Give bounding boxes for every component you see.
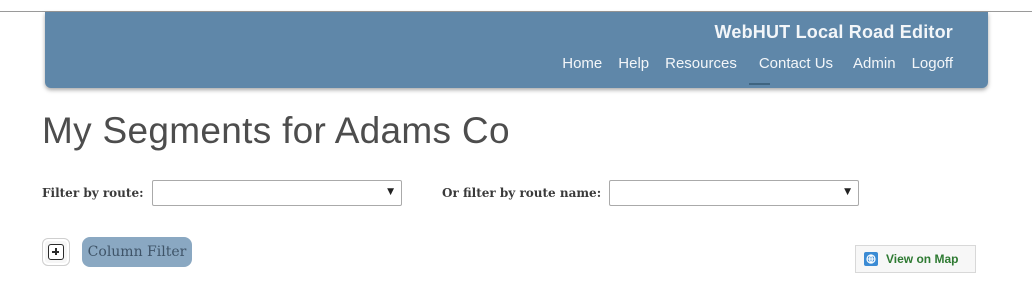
route-name-filter-select[interactable]: ▼ <box>609 180 859 206</box>
route-name-filter-label: Or filter by route name: <box>442 186 602 200</box>
route-filter-select[interactable]: ▼ <box>152 180 402 206</box>
globe-icon <box>864 252 878 266</box>
nav-contact-us[interactable]: Contact Us <box>748 55 833 85</box>
nav-admin[interactable]: Admin <box>853 55 896 72</box>
column-filter-button[interactable]: Column Filter <box>82 237 192 267</box>
app-header: WebHUT Local Road Editor Home Help Resou… <box>45 12 988 88</box>
plus-square-icon <box>48 244 64 260</box>
app-title: WebHUT Local Road Editor <box>714 22 953 42</box>
nav-home[interactable]: Home <box>562 55 602 72</box>
main-nav: Home Help Resources Contact Us Admin Log… <box>546 55 953 85</box>
view-on-map-label: View on Map <box>886 252 959 266</box>
nav-resources[interactable]: Resources <box>665 55 737 72</box>
nav-logoff[interactable]: Logoff <box>912 55 953 72</box>
dropdown-arrow-icon: ▼ <box>844 187 851 197</box>
view-on-map-button[interactable]: View on Map <box>855 245 976 273</box>
page-title: My Segments for Adams Co <box>42 110 510 151</box>
expand-toggle-button[interactable] <box>42 238 70 266</box>
nav-help[interactable]: Help <box>618 55 649 72</box>
route-filter-label: Filter by route: <box>42 186 144 200</box>
dropdown-arrow-icon: ▼ <box>387 187 394 197</box>
